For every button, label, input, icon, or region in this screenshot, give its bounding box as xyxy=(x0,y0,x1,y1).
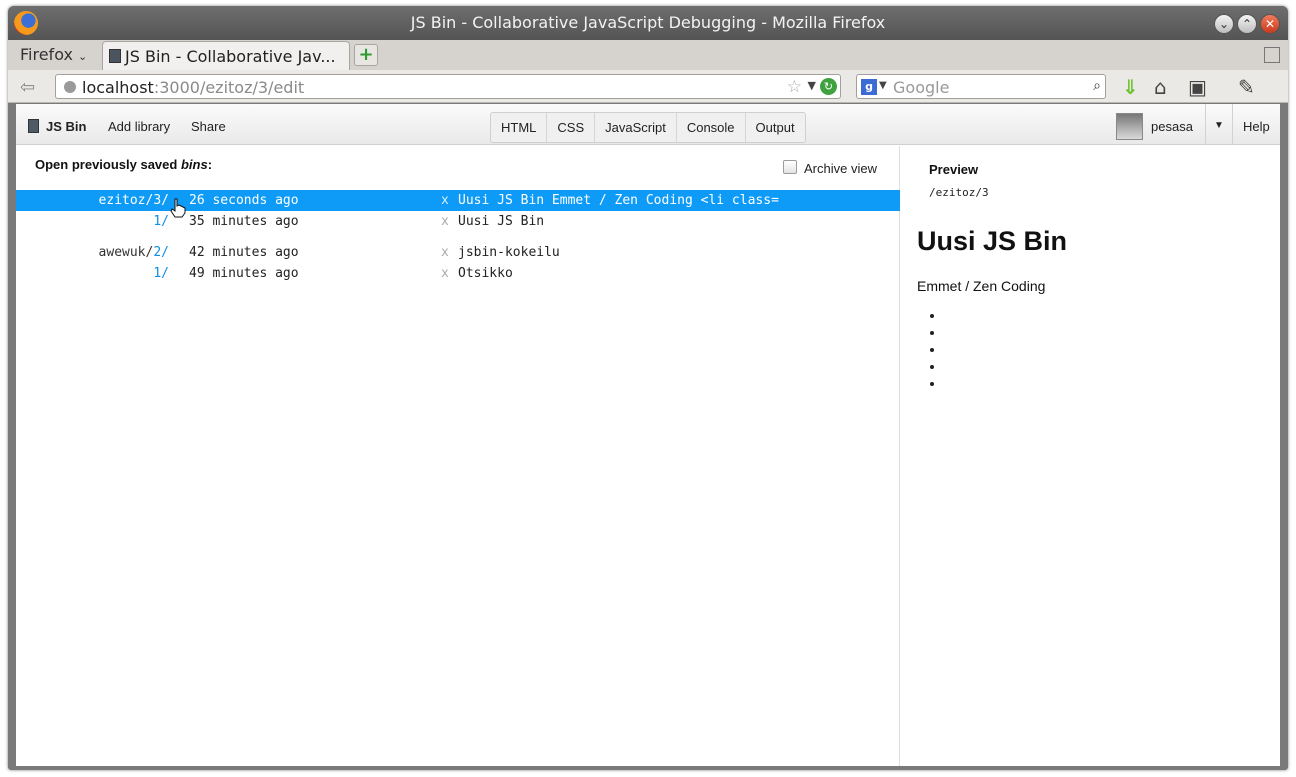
bin-name: awewuk/ xyxy=(98,245,154,260)
reload-icon[interactable]: ↻ xyxy=(820,78,837,95)
preview-panel: Preview /ezitoz/3 Uusi JS Bin Emmet / Ze… xyxy=(901,146,1280,766)
panel-css-button[interactable]: CSS xyxy=(546,113,594,142)
help-button[interactable]: Help xyxy=(1243,119,1270,134)
username[interactable]: pesasa xyxy=(1151,119,1193,134)
globe-icon xyxy=(64,81,76,93)
bin-title: Uusi JS Bin Emmet / Zen Coding <li class… xyxy=(458,193,779,208)
delete-bin-icon[interactable]: x xyxy=(441,263,449,284)
bin-title: Otsikko xyxy=(458,266,513,281)
avatar[interactable] xyxy=(1116,113,1143,140)
url-bar[interactable]: localhost:3000/ezitoz/3/edit ☆ ▼ ↻ xyxy=(55,74,841,99)
chevron-down-icon: ⌄ xyxy=(78,50,88,63)
bin-name: ezitoz/ xyxy=(98,193,154,208)
jsbin-favicon-icon xyxy=(109,49,121,63)
preview-path: /ezitoz/3 xyxy=(929,186,989,199)
delete-bin-icon[interactable]: x xyxy=(441,242,449,263)
bin-row[interactable]: 1/ 49 minutes ago x Otsikko xyxy=(16,263,900,284)
bin-url[interactable]: 1/ xyxy=(153,211,169,232)
archive-view-toggle[interactable]: Archive view xyxy=(783,160,877,176)
bin-row[interactable]: 1/ 35 minutes ago x Uusi JS Bin xyxy=(16,211,900,232)
bin-url[interactable]: 1/ xyxy=(153,263,169,284)
heading-suffix: : xyxy=(207,157,213,172)
bin-revision[interactable]: 3/ xyxy=(153,193,169,208)
engine-dropdown-icon[interactable]: ▼ xyxy=(879,80,887,91)
bin-time: 49 minutes ago xyxy=(189,266,299,281)
jsbin-logo-icon[interactable] xyxy=(28,119,39,133)
archive-checkbox[interactable] xyxy=(783,160,797,174)
delete-bin-icon[interactable]: x xyxy=(441,211,449,232)
bin-time: 42 minutes ago xyxy=(189,245,299,260)
share-button[interactable]: Share xyxy=(191,119,226,134)
tab-jsbin[interactable]: JS Bin - Collaborative Jav... xyxy=(102,41,350,70)
binoculars-icon[interactable]: ⌕ xyxy=(1093,78,1101,94)
bin-row[interactable]: ezitoz/3/ 26 seconds ago x Uusi JS Bin E… xyxy=(16,190,900,211)
panel-html-button[interactable]: HTML xyxy=(491,113,546,142)
bin-url[interactable]: ezitoz/3/ xyxy=(99,190,169,211)
new-tab-button[interactable]: + xyxy=(354,44,378,66)
maximize-button[interactable]: ⌃ xyxy=(1237,14,1257,34)
preview-heading: Uusi JS Bin xyxy=(917,226,1068,256)
download-icon[interactable]: ⇓ xyxy=(1122,75,1139,99)
bin-title: jsbin-kokeilu xyxy=(458,245,560,260)
divider xyxy=(1232,104,1233,145)
window-title: JS Bin - Collaborative JavaScript Debugg… xyxy=(410,13,886,32)
divider xyxy=(1205,104,1206,145)
panel-console-button[interactable]: Console xyxy=(675,113,745,142)
search-bar[interactable]: g ▼ Google ⌕ xyxy=(856,74,1106,99)
jsbin-logo[interactable]: JS Bin xyxy=(46,119,86,134)
bin-revision[interactable]: 1/ xyxy=(153,266,169,281)
bin-time: 26 seconds ago xyxy=(189,193,299,208)
navigation-bar: ⇦ localhost:3000/ezitoz/3/edit ☆ ▼ ↻ g ▼… xyxy=(8,70,1288,103)
bin-revision[interactable]: 1/ xyxy=(153,214,169,229)
title-bar: JS Bin - Collaborative JavaScript Debugg… xyxy=(8,6,1288,40)
user-menu[interactable]: pesasa ▼ Help xyxy=(1116,104,1280,145)
add-library-button[interactable]: Add library xyxy=(108,119,170,134)
saved-bins-heading: Open previously saved bins: xyxy=(35,157,212,172)
history-dropdown-icon[interactable]: ▼ xyxy=(808,79,816,92)
bin-title: Uusi JS Bin xyxy=(458,214,545,229)
google-engine-icon[interactable]: g xyxy=(861,79,877,95)
bin-row[interactable]: awewuk/2/ 42 minutes ago x jsbin-kokeilu xyxy=(16,242,900,263)
bin-time: 35 minutes ago xyxy=(189,214,299,229)
preview-paragraph: Emmet / Zen Coding xyxy=(917,278,1046,294)
url-path: :3000/ezitoz/3/edit xyxy=(153,78,305,97)
firefox-window: JS Bin - Collaborative JavaScript Debugg… xyxy=(8,6,1288,770)
firefox-menu-label: Firefox xyxy=(20,45,73,64)
tab-strip: Firefox ⌄ JS Bin - Collaborative Jav... … xyxy=(8,40,1288,70)
saved-bins-panel: Open previously saved bins: Archive view… xyxy=(16,146,900,766)
firefox-menu-button[interactable]: Firefox ⌄ xyxy=(20,45,87,64)
heading-emphasis: bins xyxy=(180,157,208,172)
panel-javascript-button[interactable]: JavaScript xyxy=(594,113,676,142)
minimize-button[interactable]: ⌄ xyxy=(1214,14,1234,34)
caret-down-icon[interactable]: ▼ xyxy=(1214,120,1224,131)
tab-label: JS Bin - Collaborative Jav... xyxy=(125,47,336,66)
tab-groups-icon[interactable] xyxy=(1264,47,1280,63)
url-host: localhost xyxy=(82,78,154,97)
heading-prefix: Open previously saved xyxy=(35,157,181,172)
home-icon[interactable]: ⌂ xyxy=(1154,75,1167,99)
url-text[interactable]: localhost:3000/ezitoz/3/edit xyxy=(82,78,304,97)
archive-label: Archive view xyxy=(804,161,877,176)
page-content: JS Bin Add library Share HTML CSS JavaSc… xyxy=(16,104,1280,766)
search-input[interactable]: Google xyxy=(893,78,949,97)
eyedropper-icon[interactable]: ✎ xyxy=(1238,75,1255,99)
delete-bin-icon[interactable]: x xyxy=(441,190,449,211)
bin-revision[interactable]: 2/ xyxy=(153,245,169,260)
hand-cursor-icon xyxy=(170,198,186,218)
jsbin-toolbar: JS Bin Add library Share HTML CSS JavaSc… xyxy=(16,104,1280,145)
bin-url[interactable]: awewuk/2/ xyxy=(99,242,169,263)
bookmarks-menu-icon[interactable]: ▣ xyxy=(1188,75,1207,99)
panel-toggles: HTML CSS JavaScript Console Output xyxy=(490,112,806,143)
preview-label: Preview xyxy=(929,162,979,177)
back-arrow-icon[interactable]: ⇦ xyxy=(20,77,35,98)
bookmark-star-icon[interactable]: ☆ xyxy=(787,77,802,97)
close-window-button[interactable]: ✕ xyxy=(1260,14,1280,34)
panel-output-button[interactable]: Output xyxy=(744,113,805,142)
